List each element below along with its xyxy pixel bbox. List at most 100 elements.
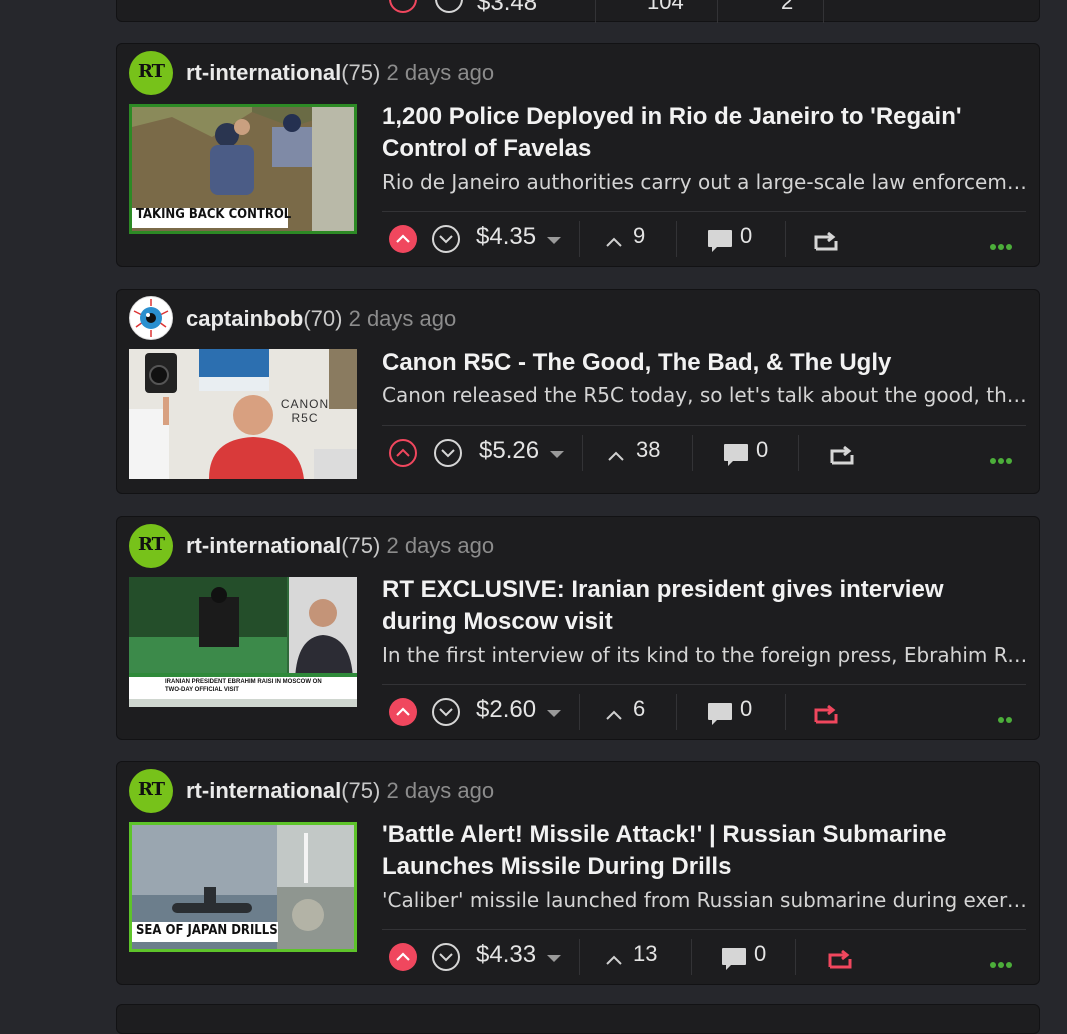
author-reputation: (75): [341, 778, 381, 803]
comment-count[interactable]: 0: [740, 223, 752, 249]
downvote-button[interactable]: [432, 698, 460, 726]
divider: [676, 221, 677, 257]
chevron-down-icon: [439, 708, 453, 717]
post-thumbnail[interactable]: CANON R5C: [129, 349, 357, 479]
payout-value[interactable]: $5.26: [479, 437, 539, 465]
post-description[interactable]: Rio de Janeiro authorities carry out a l…: [382, 170, 1030, 194]
payout-value[interactable]: $3.48: [477, 0, 537, 17]
author-name[interactable]: rt-international: [186, 533, 341, 558]
more-options-icon[interactable]: [990, 451, 1014, 469]
post-time[interactable]: 2 days ago: [386, 778, 494, 803]
upvote-button[interactable]: [389, 943, 417, 971]
comment-count[interactable]: 0: [754, 941, 766, 967]
post-thumbnail[interactable]: TAKING BACK CONTROL: [129, 104, 357, 234]
post-actions: $5.26 38 0: [382, 435, 1032, 475]
comment-icon[interactable]: [706, 701, 734, 727]
payout-value[interactable]: $4.33: [476, 941, 536, 969]
payout-dropdown-icon[interactable]: [547, 955, 561, 962]
divider: [595, 0, 596, 23]
chevron-up-icon: [396, 448, 410, 457]
payout-dropdown-icon[interactable]: [547, 237, 561, 244]
rt-logo-icon: RT: [137, 534, 165, 555]
downvote-button[interactable]: [432, 943, 460, 971]
author-avatar[interactable]: RT: [129, 769, 173, 813]
more-options-icon[interactable]: [990, 955, 1014, 973]
upvote-button[interactable]: [389, 0, 417, 13]
post-actions: $4.33 13 0: [382, 939, 1032, 979]
divider: [382, 929, 1026, 930]
author-reputation: (75): [341, 60, 381, 85]
vote-count[interactable]: 38: [636, 437, 660, 463]
upvote-button[interactable]: [389, 225, 417, 253]
more-options-icon[interactable]: [990, 237, 1014, 255]
divider: [579, 939, 580, 975]
post-description[interactable]: 'Caliber' missile launched from Russian …: [382, 888, 1030, 912]
vote-count[interactable]: 13: [633, 941, 657, 967]
post-card: RT rt-international(75) 2 days ago TAKIN…: [116, 43, 1040, 267]
author-avatar[interactable]: RT: [129, 524, 173, 568]
comment-count[interactable]: 2: [781, 0, 793, 15]
divider: [692, 435, 693, 471]
payout-dropdown-icon[interactable]: [550, 451, 564, 458]
post-title[interactable]: 'Battle Alert! Missile Attack!' | Russia…: [382, 819, 1022, 883]
reblog-icon[interactable]: [828, 947, 854, 969]
post-time[interactable]: 2 days ago: [386, 533, 494, 558]
comment-icon[interactable]: [720, 946, 748, 972]
vote-count[interactable]: 9: [633, 223, 645, 249]
author-name[interactable]: captainbob: [186, 306, 303, 331]
divider: [579, 221, 580, 257]
post-title[interactable]: Canon R5C - The Good, The Bad, & The Ugl…: [382, 347, 1022, 379]
post-card: RT rt-international(75) 2 days ago IRANI…: [116, 516, 1040, 740]
author-avatar[interactable]: RT: [129, 51, 173, 95]
post-byline: rt-international(75) 2 days ago: [186, 60, 494, 86]
post-card-partial: $3.48 104 2: [116, 0, 1040, 23]
divider: [785, 221, 786, 257]
post-title[interactable]: RT EXCLUSIVE: Iranian president gives in…: [382, 574, 1022, 638]
reblog-icon[interactable]: [830, 443, 856, 465]
author-name[interactable]: rt-international: [186, 60, 341, 85]
chevron-up-icon: [396, 234, 410, 243]
vote-count[interactable]: 6: [633, 696, 645, 722]
post-actions: $4.35 9 0: [382, 221, 1032, 261]
thumbnail-caption: TAKING BACK CONTROL: [136, 207, 292, 222]
author-avatar[interactable]: [129, 296, 173, 340]
downvote-button[interactable]: [435, 0, 463, 13]
reblog-icon[interactable]: [814, 229, 840, 251]
post-description[interactable]: Canon released the R5C today, so let's t…: [382, 383, 1030, 407]
comment-count[interactable]: 0: [740, 696, 752, 722]
chevron-down-icon: [439, 235, 453, 244]
comment-icon[interactable]: [722, 442, 750, 468]
post-time[interactable]: 2 days ago: [386, 60, 494, 85]
post-time[interactable]: 2 days ago: [349, 306, 457, 331]
divider: [382, 684, 1026, 685]
downvote-button[interactable]: [434, 439, 462, 467]
author-reputation: (75): [341, 533, 381, 558]
post-card: captainbob(70) 2 days ago CANON R5C Cano…: [116, 289, 1040, 494]
comment-icon[interactable]: [706, 228, 734, 254]
thumbnail-caption: SEA OF JAPAN DRILLS: [136, 923, 278, 938]
vote-count-chevron-icon: [606, 710, 622, 720]
comment-count[interactable]: 0: [756, 437, 768, 463]
post-byline: captainbob(70) 2 days ago: [186, 306, 456, 332]
payout-value[interactable]: $4.35: [476, 223, 536, 251]
post-thumbnail[interactable]: IRANIAN PRESIDENT EBRAHIM RAISI IN MOSCO…: [129, 577, 357, 707]
divider: [382, 211, 1026, 212]
payout-dropdown-icon[interactable]: [547, 710, 561, 717]
author-name[interactable]: rt-international: [186, 778, 341, 803]
upvote-button[interactable]: [389, 698, 417, 726]
payout-value[interactable]: $2.60: [476, 696, 536, 724]
vote-count[interactable]: 104: [647, 0, 684, 15]
reblog-icon[interactable]: [814, 702, 840, 724]
post-thumbnail[interactable]: SEA OF JAPAN DRILLS: [129, 822, 357, 952]
post-description[interactable]: In the first interview of its kind to th…: [382, 643, 1030, 667]
more-options-icon[interactable]: [998, 710, 1014, 728]
downvote-button[interactable]: [432, 225, 460, 253]
rt-logo-icon: RT: [137, 61, 165, 82]
divider: [579, 694, 580, 730]
divider: [676, 694, 677, 730]
chevron-up-icon: [396, 952, 410, 961]
divider: [717, 0, 718, 23]
post-title[interactable]: 1,200 Police Deployed in Rio de Janeiro …: [382, 101, 1022, 165]
divider: [785, 694, 786, 730]
upvote-button[interactable]: [389, 439, 417, 467]
